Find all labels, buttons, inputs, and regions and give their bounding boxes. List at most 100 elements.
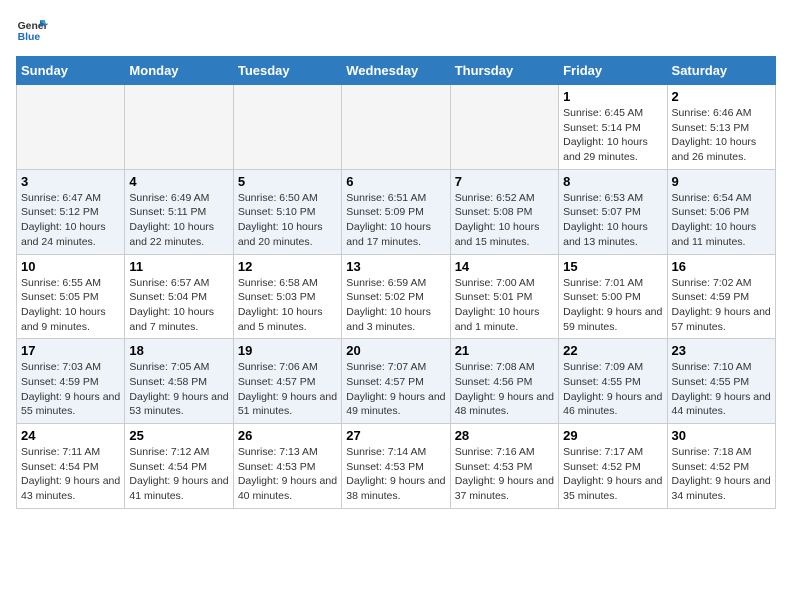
day-info: Sunrise: 6:58 AM Sunset: 5:03 PM Dayligh… xyxy=(238,276,337,335)
calendar-cell: 24Sunrise: 7:11 AM Sunset: 4:54 PM Dayli… xyxy=(17,424,125,509)
day-number: 17 xyxy=(21,343,120,358)
calendar-cell: 11 Sunrise: 6:57 AM Sunset: 5:04 PM Dayli… xyxy=(125,254,233,339)
day-info: Sunrise: 7:02 AM Sunset: 4:59 PM Dayligh… xyxy=(672,276,771,335)
calendar-week-row: 1Sunrise: 6:45 AM Sunset: 5:14 PM Daylig… xyxy=(17,85,776,170)
calendar-week-row: 10 Sunrise: 6:55 AM Sunset: 5:05 PM Dayli… xyxy=(17,254,776,339)
calendar-cell: 14 Sunrise: 7:00 AM Sunset: 5:01 PM Dayli… xyxy=(450,254,558,339)
calendar-cell: 2 Sunrise: 6:46 AM Sunset: 5:13 PM Daylig… xyxy=(667,85,775,170)
calendar-cell: 22Sunrise: 7:09 AM Sunset: 4:55 PM Dayli… xyxy=(559,339,667,424)
calendar-cell: 19 Sunrise: 7:06 AM Sunset: 4:57 PM Dayli… xyxy=(233,339,341,424)
day-number: 25 xyxy=(129,428,228,443)
day-info: Sunrise: 6:57 AM Sunset: 5:04 PM Dayligh… xyxy=(129,276,228,335)
calendar-day-header: Tuesday xyxy=(233,57,341,85)
calendar-cell: 8 Sunrise: 6:53 AM Sunset: 5:07 PM Daylig… xyxy=(559,169,667,254)
calendar-cell: 30 Sunrise: 7:18 AM Sunset: 4:52 PM Dayli… xyxy=(667,424,775,509)
day-number: 24 xyxy=(21,428,120,443)
calendar-cell: 5 Sunrise: 6:50 AM Sunset: 5:10 PM Daylig… xyxy=(233,169,341,254)
calendar-cell: 4 Sunrise: 6:49 AM Sunset: 5:11 PM Daylig… xyxy=(125,169,233,254)
calendar-cell: 18Sunrise: 7:05 AM Sunset: 4:58 PM Dayli… xyxy=(125,339,233,424)
day-info: Sunrise: 6:49 AM Sunset: 5:11 PM Dayligh… xyxy=(129,191,228,250)
day-info: Sunrise: 7:18 AM Sunset: 4:52 PM Dayligh… xyxy=(672,445,771,504)
day-number: 30 xyxy=(672,428,771,443)
calendar-cell xyxy=(233,85,341,170)
svg-text:Blue: Blue xyxy=(18,32,41,43)
day-info: Sunrise: 7:03 AM Sunset: 4:59 PM Dayligh… xyxy=(21,360,120,419)
day-number: 21 xyxy=(455,343,554,358)
day-info: Sunrise: 7:14 AM Sunset: 4:53 PM Dayligh… xyxy=(346,445,445,504)
day-number: 29 xyxy=(563,428,662,443)
calendar-cell: 23 Sunrise: 7:10 AM Sunset: 4:55 PM Dayli… xyxy=(667,339,775,424)
day-info: Sunrise: 7:07 AM Sunset: 4:57 PM Dayligh… xyxy=(346,360,445,419)
day-number: 7 xyxy=(455,174,554,189)
day-info: Sunrise: 6:55 AM Sunset: 5:05 PM Dayligh… xyxy=(21,276,120,335)
day-number: 20 xyxy=(346,343,445,358)
calendar-table: SundayMondayTuesdayWednesdayThursdayFrid… xyxy=(16,56,776,509)
calendar-cell: 25Sunrise: 7:12 AM Sunset: 4:54 PM Dayli… xyxy=(125,424,233,509)
day-number: 23 xyxy=(672,343,771,358)
calendar-cell: 6 Sunrise: 6:51 AM Sunset: 5:09 PM Daylig… xyxy=(342,169,450,254)
calendar-cell xyxy=(342,85,450,170)
calendar-cell: 13 Sunrise: 6:59 AM Sunset: 5:02 PM Dayli… xyxy=(342,254,450,339)
calendar-day-header: Saturday xyxy=(667,57,775,85)
calendar-cell: 17 Sunrise: 7:03 AM Sunset: 4:59 PM Dayli… xyxy=(17,339,125,424)
day-info: Sunrise: 6:47 AM Sunset: 5:12 PM Dayligh… xyxy=(21,191,120,250)
calendar-cell: 3 Sunrise: 6:47 AM Sunset: 5:12 PM Daylig… xyxy=(17,169,125,254)
day-info: Sunrise: 6:52 AM Sunset: 5:08 PM Dayligh… xyxy=(455,191,554,250)
day-info: Sunrise: 7:00 AM Sunset: 5:01 PM Dayligh… xyxy=(455,276,554,335)
day-info: Sunrise: 7:01 AM Sunset: 5:00 PM Dayligh… xyxy=(563,276,662,335)
day-number: 4 xyxy=(129,174,228,189)
day-number: 2 xyxy=(672,89,771,104)
day-number: 19 xyxy=(238,343,337,358)
day-number: 6 xyxy=(346,174,445,189)
calendar-cell: 28 Sunrise: 7:16 AM Sunset: 4:53 PM Dayli… xyxy=(450,424,558,509)
day-info: Sunrise: 7:06 AM Sunset: 4:57 PM Dayligh… xyxy=(238,360,337,419)
calendar-cell: 16 Sunrise: 7:02 AM Sunset: 4:59 PM Dayli… xyxy=(667,254,775,339)
calendar-day-header: Thursday xyxy=(450,57,558,85)
day-number: 15 xyxy=(563,259,662,274)
calendar-cell: 7 Sunrise: 6:52 AM Sunset: 5:08 PM Daylig… xyxy=(450,169,558,254)
day-number: 27 xyxy=(346,428,445,443)
calendar-cell: 20 Sunrise: 7:07 AM Sunset: 4:57 PM Dayli… xyxy=(342,339,450,424)
day-number: 14 xyxy=(455,259,554,274)
day-info: Sunrise: 7:17 AM Sunset: 4:52 PM Dayligh… xyxy=(563,445,662,504)
calendar-cell: 1Sunrise: 6:45 AM Sunset: 5:14 PM Daylig… xyxy=(559,85,667,170)
day-info: Sunrise: 6:51 AM Sunset: 5:09 PM Dayligh… xyxy=(346,191,445,250)
calendar-cell: 21 Sunrise: 7:08 AM Sunset: 4:56 PM Dayli… xyxy=(450,339,558,424)
day-info: Sunrise: 7:09 AM Sunset: 4:55 PM Dayligh… xyxy=(563,360,662,419)
day-number: 5 xyxy=(238,174,337,189)
day-number: 26 xyxy=(238,428,337,443)
calendar-week-row: 24Sunrise: 7:11 AM Sunset: 4:54 PM Dayli… xyxy=(17,424,776,509)
day-number: 3 xyxy=(21,174,120,189)
day-info: Sunrise: 6:50 AM Sunset: 5:10 PM Dayligh… xyxy=(238,191,337,250)
day-number: 16 xyxy=(672,259,771,274)
calendar-cell: 9Sunrise: 6:54 AM Sunset: 5:06 PM Daylig… xyxy=(667,169,775,254)
day-number: 18 xyxy=(129,343,228,358)
calendar-header-row: SundayMondayTuesdayWednesdayThursdayFrid… xyxy=(17,57,776,85)
page-header: General Blue xyxy=(16,16,776,48)
calendar-cell xyxy=(125,85,233,170)
calendar-cell: 15 Sunrise: 7:01 AM Sunset: 5:00 PM Dayli… xyxy=(559,254,667,339)
calendar-week-row: 17 Sunrise: 7:03 AM Sunset: 4:59 PM Dayli… xyxy=(17,339,776,424)
calendar-cell: 27 Sunrise: 7:14 AM Sunset: 4:53 PM Dayli… xyxy=(342,424,450,509)
calendar-day-header: Sunday xyxy=(17,57,125,85)
day-info: Sunrise: 6:59 AM Sunset: 5:02 PM Dayligh… xyxy=(346,276,445,335)
day-info: Sunrise: 7:13 AM Sunset: 4:53 PM Dayligh… xyxy=(238,445,337,504)
day-info: Sunrise: 6:54 AM Sunset: 5:06 PM Dayligh… xyxy=(672,191,771,250)
calendar-week-row: 3 Sunrise: 6:47 AM Sunset: 5:12 PM Daylig… xyxy=(17,169,776,254)
day-info: Sunrise: 7:10 AM Sunset: 4:55 PM Dayligh… xyxy=(672,360,771,419)
day-info: Sunrise: 6:46 AM Sunset: 5:13 PM Dayligh… xyxy=(672,106,771,165)
day-info: Sunrise: 7:16 AM Sunset: 4:53 PM Dayligh… xyxy=(455,445,554,504)
calendar-day-header: Monday xyxy=(125,57,233,85)
day-number: 13 xyxy=(346,259,445,274)
day-number: 28 xyxy=(455,428,554,443)
calendar-cell: 29 Sunrise: 7:17 AM Sunset: 4:52 PM Dayli… xyxy=(559,424,667,509)
calendar-cell xyxy=(450,85,558,170)
day-info: Sunrise: 6:53 AM Sunset: 5:07 PM Dayligh… xyxy=(563,191,662,250)
calendar-day-header: Wednesday xyxy=(342,57,450,85)
day-number: 10 xyxy=(21,259,120,274)
calendar-day-header: Friday xyxy=(559,57,667,85)
day-info: Sunrise: 6:45 AM Sunset: 5:14 PM Dayligh… xyxy=(563,106,662,165)
day-info: Sunrise: 7:08 AM Sunset: 4:56 PM Dayligh… xyxy=(455,360,554,419)
day-number: 8 xyxy=(563,174,662,189)
day-number: 11 xyxy=(129,259,228,274)
